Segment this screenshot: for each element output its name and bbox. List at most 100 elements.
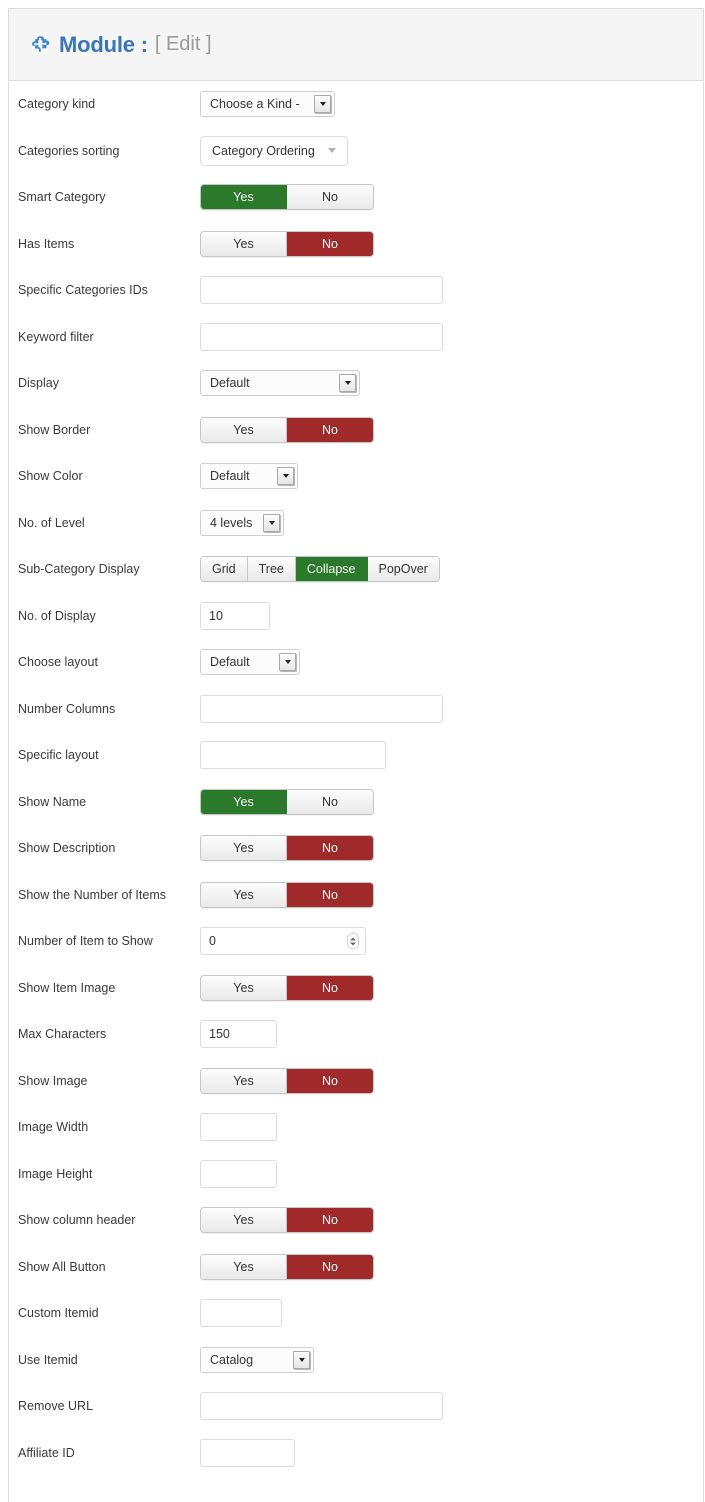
field-label-specific-layout: Specific layout xyxy=(18,748,99,763)
toggle-no-show-column-header[interactable]: No xyxy=(287,1208,373,1233)
module-edit-panel: Module : [ Edit ] Category kind Choose a … xyxy=(8,8,704,1502)
puzzle-piece-icon xyxy=(32,35,50,52)
toggle-yes-show-description[interactable]: Yes xyxy=(201,836,287,861)
field-label-show-image: Show Image xyxy=(18,1073,88,1088)
toggle-no-show-name[interactable]: No xyxy=(287,789,373,814)
toggle-yes-show-column-header[interactable]: Yes xyxy=(201,1208,287,1233)
toggle-yes-show-image[interactable]: Yes xyxy=(201,1068,287,1093)
select-choose-layout[interactable]: Default xyxy=(200,649,300,676)
field-label-display: Display xyxy=(18,376,59,391)
input-image-height[interactable] xyxy=(200,1159,277,1188)
select-dropdown-button[interactable] xyxy=(293,1350,310,1369)
select-value-no-of-level: 4 levels xyxy=(210,515,253,530)
select-categories-sorting[interactable]: Category Ordering xyxy=(200,135,348,166)
input-specific-layout[interactable] xyxy=(200,741,386,770)
field-label-show-color: Show Color xyxy=(18,469,83,484)
segment-popover[interactable]: PopOver xyxy=(367,557,439,582)
field-label-show-border: Show Border xyxy=(18,422,91,437)
toggle-yes-has-items[interactable]: Yes xyxy=(201,231,287,256)
toggle-no-show-image[interactable]: No xyxy=(287,1068,373,1093)
segment-grid[interactable]: Grid xyxy=(201,557,248,582)
toggle-no-smart-category[interactable]: No xyxy=(287,185,373,210)
field-control-specific-layout xyxy=(200,741,703,770)
form-row-number-of-item-to-show: Number of Item to Show xyxy=(9,918,703,965)
toggle-show-item-image: Yes No xyxy=(200,974,374,1001)
chevron-down-icon xyxy=(327,148,336,154)
field-label-show-name: Show Name xyxy=(18,794,87,809)
input-max-characters[interactable] xyxy=(200,1020,277,1049)
select-use-itemid[interactable]: Catalog xyxy=(200,1346,314,1373)
toggle-show-border: Yes No xyxy=(200,416,374,443)
field-label-show-the-number-of-items: Show the Number of Items xyxy=(18,887,166,902)
form-row-image-height: Image Height xyxy=(9,1151,703,1198)
input-number-of-item-to-show[interactable] xyxy=(200,927,366,956)
input-affiliate-id[interactable] xyxy=(200,1438,295,1467)
field-control-show-image: Yes No xyxy=(200,1067,703,1094)
chevron-down-icon xyxy=(298,1357,305,1362)
form-row-specific-layout: Specific layout xyxy=(9,732,703,779)
field-label-no-of-level: No. of Level xyxy=(18,515,85,530)
field-control-category-kind: Choose a Kind - xyxy=(200,91,703,118)
toggle-yes-show-item-image[interactable]: Yes xyxy=(201,975,287,1000)
toggle-no-show-description[interactable]: No xyxy=(287,836,373,861)
input-remove-url[interactable] xyxy=(200,1392,443,1421)
select-dropdown-button[interactable] xyxy=(314,95,331,114)
field-control-affiliate-id xyxy=(200,1438,703,1467)
form-row-use-itemid: Use Itemid Catalog xyxy=(9,1337,703,1384)
toggle-yes-show-all-button[interactable]: Yes xyxy=(201,1254,287,1279)
chevron-down-icon xyxy=(344,381,351,386)
input-image-width[interactable] xyxy=(200,1113,277,1142)
select-dropdown-button[interactable] xyxy=(277,467,294,486)
field-control-smart-category: Yes No xyxy=(200,184,703,211)
field-label-smart-category: Smart Category xyxy=(18,190,106,205)
select-dropdown-button[interactable] xyxy=(279,653,296,672)
toggle-yes-show-the-number-of-items[interactable]: Yes xyxy=(201,882,287,907)
input-no-of-display[interactable] xyxy=(200,601,270,630)
select-display[interactable]: Default xyxy=(200,370,360,397)
field-control-show-name: Yes No xyxy=(200,788,703,815)
chevron-down-icon xyxy=(282,474,289,479)
toggle-yes-smart-category[interactable]: Yes xyxy=(201,185,287,210)
segment-tree[interactable]: Tree xyxy=(247,557,296,582)
field-control-number-columns xyxy=(200,694,703,723)
form-row-choose-layout: Choose layout Default xyxy=(9,639,703,686)
number-stepper-number-of-item-to-show[interactable] xyxy=(200,927,366,956)
page-title: Module : xyxy=(59,31,148,57)
toggle-has-items: Yes No xyxy=(200,230,374,257)
chevron-down-icon xyxy=(284,660,291,665)
field-label-number-of-item-to-show: Number of Item to Show xyxy=(18,934,153,949)
select-value-show-color: Default xyxy=(210,469,250,484)
input-keyword-filter[interactable] xyxy=(200,322,443,351)
field-label-category-kind: Category kind xyxy=(18,97,96,112)
select-no-of-level[interactable]: 4 levels xyxy=(200,509,284,536)
field-control-number-of-item-to-show xyxy=(200,927,703,956)
form-row-categories-sorting: Categories sorting Category Ordering xyxy=(9,128,703,175)
input-specific-categories-ids[interactable] xyxy=(200,276,443,305)
segment-collapse[interactable]: Collapse xyxy=(295,557,368,582)
field-control-categories-sorting: Category Ordering xyxy=(200,135,703,166)
form-row-show-image: Show Image Yes No xyxy=(9,1058,703,1105)
form-row-smart-category: Smart Category Yes No xyxy=(9,174,703,221)
toggle-yes-show-name[interactable]: Yes xyxy=(201,789,287,814)
select-dropdown-button[interactable] xyxy=(263,513,280,532)
form-row-show-border: Show Border Yes No xyxy=(9,407,703,454)
toggle-yes-show-border[interactable]: Yes xyxy=(201,417,287,442)
select-show-color[interactable]: Default xyxy=(200,463,298,490)
toggle-no-show-border[interactable]: No xyxy=(287,417,373,442)
input-number-columns[interactable] xyxy=(200,694,443,723)
form-row-custom-itemid: Custom Itemid xyxy=(9,1290,703,1337)
toggle-no-show-the-number-of-items[interactable]: No xyxy=(287,882,373,907)
select-value-use-itemid: Catalog xyxy=(210,1352,254,1367)
form-row-show-all-button: Show All Button Yes No xyxy=(9,1244,703,1291)
field-control-remove-url xyxy=(200,1392,703,1421)
toggle-no-show-item-image[interactable]: No xyxy=(287,975,373,1000)
select-dropdown-button[interactable] xyxy=(339,374,356,393)
toggle-no-has-items[interactable]: No xyxy=(287,231,373,256)
input-custom-itemid[interactable] xyxy=(200,1299,282,1328)
toggle-no-show-all-button[interactable]: No xyxy=(287,1254,373,1279)
toggle-show-column-header: Yes No xyxy=(200,1207,374,1234)
select-value-choose-layout: Default xyxy=(210,655,250,670)
panel-header: Module : [ Edit ] xyxy=(9,9,703,81)
select-category-kind[interactable]: Choose a Kind - xyxy=(200,91,335,118)
form-row-specific-categories-ids: Specific Categories IDs xyxy=(9,267,703,314)
